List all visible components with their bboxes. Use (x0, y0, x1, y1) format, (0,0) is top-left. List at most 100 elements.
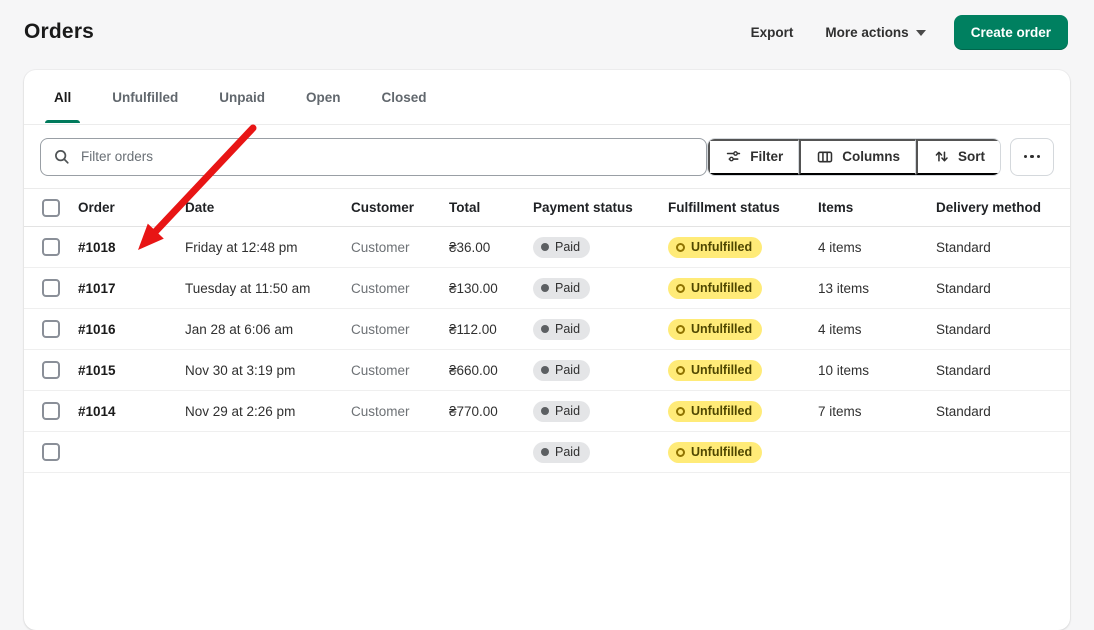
table-row[interactable]: #1015 Nov 30 at 3:19 pm Customer ₴660.00… (24, 350, 1070, 391)
row-checkbox[interactable] (42, 238, 60, 256)
order-customer: Customer (351, 239, 410, 255)
row-checkbox[interactable] (42, 320, 60, 338)
sort-button[interactable]: Sort (916, 138, 1000, 175)
payment-status-badge: Paid (533, 236, 591, 258)
header-delivery-method: Delivery method (936, 200, 1042, 215)
order-total: ₴112.00 (449, 321, 497, 337)
ellipsis-icon (1023, 154, 1028, 159)
table-row[interactable]: #1014 Nov 29 at 2:26 pm Customer ₴770.00… (24, 391, 1070, 432)
fulfillment-status-badge: Unfulfilled (668, 441, 763, 463)
more-actions-button[interactable]: More actions (813, 16, 937, 49)
columns-button[interactable]: Columns (799, 138, 916, 175)
payment-status-badge: Paid (533, 441, 591, 463)
chevron-down-icon (915, 29, 926, 36)
search-box[interactable] (40, 137, 707, 176)
sort-icon (935, 151, 948, 162)
filter-toolbar: Filter Columns Sort (24, 125, 1070, 189)
order-delivery-method: Standard (936, 362, 991, 378)
filter-button[interactable]: Filter (708, 138, 800, 175)
order-customer: Customer (351, 280, 410, 296)
order-date: Friday at 12:48 pm (185, 239, 298, 255)
select-all-checkbox[interactable] (42, 198, 60, 217)
order-total: ₴660.00 (449, 362, 498, 378)
order-date: Nov 30 at 3:19 pm (185, 362, 296, 378)
payment-status-cell: Paid (533, 318, 668, 340)
paid-dot-icon (541, 325, 549, 333)
payment-status-cell: Paid (533, 400, 668, 422)
table-row[interactable]: #1017 Tuesday at 11:50 am Customer ₴130.… (24, 268, 1070, 309)
unfulfilled-ring-icon (676, 242, 685, 252)
unfulfilled-ring-icon (676, 406, 685, 416)
unfulfilled-ring-icon (676, 324, 685, 334)
order-number[interactable]: #1018 (78, 240, 185, 255)
fulfillment-status-badge: Unfulfilled (668, 318, 763, 340)
tab-unfulfilled[interactable]: Unfulfilled (112, 70, 178, 124)
order-customer: Customer (351, 321, 410, 337)
filter-icon (727, 151, 741, 162)
tab-unpaid[interactable]: Unpaid (219, 70, 265, 124)
fulfillment-status-badge: Unfulfilled (668, 277, 763, 299)
payment-status-badge: Paid (533, 277, 591, 299)
order-items: 10 items (818, 362, 870, 378)
tab-open[interactable]: Open (306, 70, 341, 124)
filter-orders-input[interactable] (79, 148, 694, 165)
order-delivery-method: Standard (936, 321, 991, 337)
header-payment-status: Payment status (533, 200, 633, 215)
order-date: Nov 29 at 2:26 pm (185, 403, 296, 419)
fulfillment-status-cell: Unfulfilled (668, 236, 818, 258)
order-delivery-method: Standard (936, 280, 991, 296)
payment-status-cell: Paid (533, 359, 668, 381)
order-delivery-method: Standard (936, 239, 991, 255)
payment-status-cell: Paid (533, 277, 668, 299)
order-total: ₴36.00 (449, 239, 491, 255)
row-checkbox[interactable] (42, 279, 60, 297)
order-number[interactable]: #1017 (78, 281, 185, 296)
orders-card: All Unfulfilled Unpaid Open Closed Filte… (24, 70, 1070, 630)
fulfillment-status-cell: Unfulfilled (668, 277, 818, 299)
export-button[interactable]: Export (739, 16, 806, 49)
fulfillment-status-cell: Unfulfilled (668, 359, 818, 381)
order-items: 7 items (818, 403, 862, 419)
order-items: 13 items (818, 280, 870, 296)
row-checkbox[interactable] (42, 402, 60, 420)
page-title: Orders (24, 20, 95, 43)
header-customer: Customer (351, 200, 415, 215)
header-total: Total (449, 200, 481, 215)
table-row[interactable]: #1018 Friday at 12:48 pm Customer ₴36.00… (24, 227, 1070, 268)
order-items: 4 items (818, 321, 862, 337)
header-order: Order (78, 200, 115, 215)
order-number[interactable]: #1014 (78, 404, 185, 419)
table-body: #1018 Friday at 12:48 pm Customer ₴36.00… (24, 227, 1070, 473)
fulfillment-status-badge: Unfulfilled (668, 236, 763, 258)
fulfillment-status-badge: Unfulfilled (668, 359, 763, 381)
order-date: Jan 28 at 6:06 am (185, 321, 294, 337)
payment-status-cell: Paid (533, 441, 668, 463)
paid-dot-icon (541, 243, 549, 251)
create-order-button[interactable]: Create order (953, 14, 1068, 50)
paid-dot-icon (541, 366, 549, 374)
tab-closed[interactable]: Closed (382, 70, 427, 124)
table-row[interactable]: #1016 Jan 28 at 6:06 am Customer ₴112.00… (24, 309, 1070, 350)
header-fulfillment-status: Fulfillment status (668, 200, 780, 215)
order-date: Tuesday at 11:50 am (185, 280, 311, 296)
header-actions: Export More actions Create order (739, 14, 1068, 50)
order-number[interactable]: #1016 (78, 322, 185, 337)
more-options-button[interactable] (1010, 137, 1054, 176)
order-customer: Customer (351, 362, 410, 378)
table-header-row: Order Date Customer Total Payment status… (24, 189, 1070, 227)
order-number[interactable]: #1015 (78, 363, 185, 378)
search-icon (55, 150, 69, 164)
order-delivery-method: Standard (936, 403, 991, 419)
tab-all[interactable]: All (44, 70, 81, 124)
paid-dot-icon (541, 407, 549, 415)
row-checkbox[interactable] (42, 361, 60, 379)
header-date: Date (185, 200, 215, 215)
table-row[interactable]: Paid Unfulfilled (24, 432, 1070, 473)
row-checkbox[interactable] (42, 443, 60, 461)
fulfillment-status-cell: Unfulfilled (668, 318, 818, 340)
fulfillment-status-cell: Unfulfilled (668, 441, 818, 463)
header-items: Items (818, 200, 854, 215)
unfulfilled-ring-icon (676, 283, 685, 293)
fulfillment-status-cell: Unfulfilled (668, 400, 818, 422)
page-header: Orders Export More actions Create order (0, 0, 1094, 64)
